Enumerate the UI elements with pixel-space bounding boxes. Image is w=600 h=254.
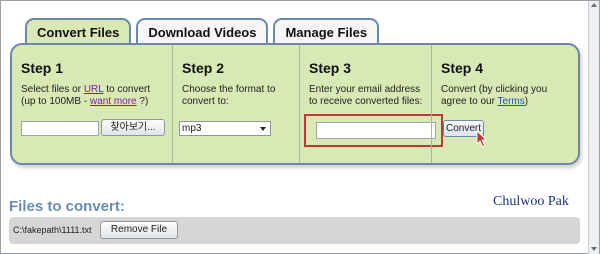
terms-link[interactable]: Terms — [498, 96, 525, 107]
tab-convert-files[interactable]: Convert Files — [25, 18, 132, 46]
format-select-value: mp3 — [182, 123, 202, 134]
step-4: Step 4 Convert (by clicking you agree to… — [431, 45, 580, 163]
email-highlight-box — [304, 114, 443, 147]
step-3: Step 3 Enter your email address to recei… — [299, 45, 443, 163]
step-2-title: Step 2 — [182, 60, 225, 76]
url-link[interactable]: URL — [84, 84, 104, 95]
file-path-input[interactable] — [21, 121, 99, 136]
file-row: C:\fakepath\1111.txt Remove File — [9, 217, 580, 244]
tab-download-videos[interactable]: Download Videos — [136, 18, 269, 45]
format-select[interactable]: mp3 — [179, 121, 271, 136]
chevron-down-icon — [260, 127, 266, 131]
tab-bar: Convert Files Download Videos Manage Fil… — [25, 18, 380, 46]
remove-file-button[interactable]: Remove File — [100, 221, 178, 239]
files-to-convert-heading: Files to convert: — [9, 198, 125, 215]
scrollbar[interactable] — [588, 1, 599, 254]
step-4-desc: Convert (by clicking you agree to our Te… — [441, 84, 548, 107]
tab-manage-files[interactable]: Manage Files — [273, 18, 380, 45]
file-path: C:\fakepath\1111.txt — [13, 225, 92, 235]
step-2: Step 2 Choose the format to convert to: … — [172, 45, 299, 163]
step-1: Step 1 Select files or URL to convert (u… — [12, 45, 172, 163]
browser-frame: Convert Files Download Videos Manage Fil… — [0, 0, 600, 254]
step-1-title: Step 1 — [21, 60, 64, 76]
scroll-down-icon[interactable] — [591, 247, 597, 251]
browse-button[interactable]: 찾아보기... — [101, 119, 165, 136]
step-3-title: Step 3 — [309, 60, 352, 76]
email-input[interactable] — [316, 122, 436, 139]
want-more-link[interactable]: want more — [90, 96, 137, 107]
convert-panel: Step 1 Select files or URL to convert (u… — [10, 43, 580, 165]
step-1-desc: Select files or URL to convert (up to 10… — [21, 84, 151, 107]
step-3-desc: Enter your email address to receive conv… — [309, 84, 423, 107]
step-4-title: Step 4 — [441, 60, 484, 76]
mouse-cursor-icon — [476, 130, 488, 148]
step-2-desc: Choose the format to convert to: — [182, 84, 276, 107]
author-name: Chulwoo Pak — [493, 194, 569, 209]
scroll-up-icon[interactable] — [591, 3, 597, 7]
